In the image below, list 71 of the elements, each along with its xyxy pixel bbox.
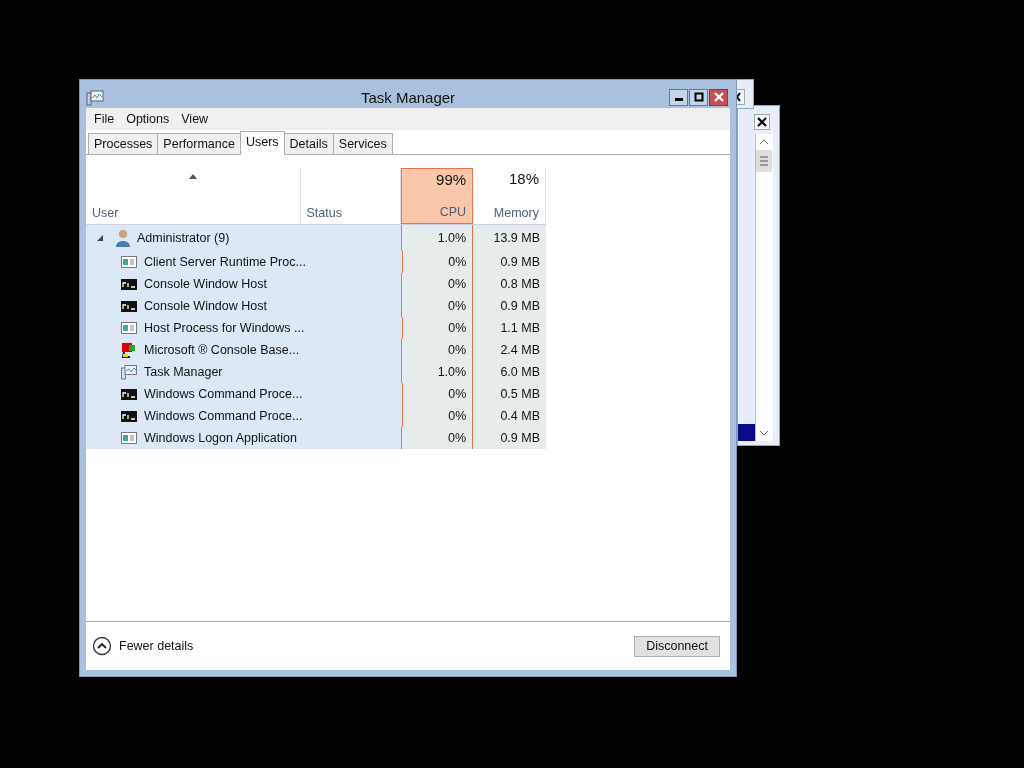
- minimize-button[interactable]: [669, 88, 688, 106]
- chevron-up-circle-icon: [92, 636, 112, 656]
- user-icon: [115, 229, 131, 247]
- column-label: Memory: [493, 206, 539, 220]
- column-header[interactable]: 99% CPU: [401, 168, 474, 224]
- tab[interactable]: Details: [283, 133, 334, 154]
- column-label: User: [92, 206, 120, 220]
- process-name: Windows Command Proce...: [144, 409, 303, 423]
- memory-cell: 0.9 MB: [473, 251, 546, 273]
- window-title: Task Manager: [360, 89, 456, 106]
- memory-cell: 1.1 MB: [473, 317, 546, 339]
- memory-cell: 2.4 MB: [473, 339, 546, 361]
- menu-item[interactable]: View: [175, 112, 215, 126]
- column-header[interactable]: User: [86, 168, 301, 224]
- process-name: Console Window Host: [144, 277, 267, 291]
- selection-bar: [738, 424, 755, 441]
- tab[interactable]: Services: [332, 133, 393, 154]
- cpu-cell: 0%: [401, 339, 474, 361]
- maximize-button[interactable]: [689, 88, 708, 106]
- cpu-cell: 0%: [401, 251, 474, 273]
- cpu-cell: 0%: [401, 383, 474, 405]
- tab[interactable]: Performance: [157, 133, 241, 154]
- menu-item[interactable]: File: [88, 112, 121, 126]
- column-total: 99%: [436, 171, 467, 188]
- column-label: CPU: [439, 205, 467, 219]
- process-name: Windows Command Proce...: [144, 387, 303, 401]
- memory-cell: 0.8 MB: [473, 273, 546, 295]
- process-name: Host Process for Windows ...: [144, 321, 305, 335]
- application-window-icon: [121, 321, 137, 335]
- memory-cell: 0.4 MB: [473, 405, 546, 427]
- console-icon: [121, 387, 137, 401]
- memory-cell: 0.9 MB: [473, 295, 546, 317]
- fewer-details-link[interactable]: Fewer details: [92, 636, 194, 656]
- cpu-cell: 0%: [401, 427, 474, 449]
- application-window-icon: [121, 431, 137, 445]
- console-icon: [121, 277, 137, 291]
- sort-arrow-icon: [188, 174, 197, 179]
- cpu-cell: 0%: [401, 405, 474, 427]
- application-window-icon: [121, 255, 137, 269]
- console-icon: [121, 409, 137, 423]
- column-label: Status: [306, 206, 343, 220]
- memory-cell: 13.9 MB: [473, 225, 546, 251]
- cpu-cell: 0%: [401, 317, 474, 339]
- scroll-thumb-icon: [756, 150, 772, 172]
- process-name: Console Window Host: [144, 299, 267, 313]
- process-name: Microsoft ® Console Base...: [144, 343, 300, 357]
- console-icon: [121, 299, 137, 313]
- memory-cell: 0.9 MB: [473, 427, 546, 449]
- disconnect-button[interactable]: Disconnect: [634, 635, 720, 657]
- cpu-cell: 0%: [401, 273, 474, 295]
- process-name: Windows Logon Application: [144, 431, 297, 445]
- menu-item[interactable]: Options: [120, 112, 176, 126]
- tab[interactable]: Processes: [88, 133, 159, 154]
- console-tool-icon: [121, 342, 137, 358]
- close-icon: [713, 92, 724, 102]
- maximize-icon: [693, 92, 704, 102]
- cpu-cell: 1.0%: [401, 361, 474, 383]
- task-manager-icon: [86, 90, 104, 106]
- cpu-cell: 0%: [401, 295, 474, 317]
- column-header[interactable]: 18% Memory: [473, 168, 546, 224]
- task-manager-icon: [121, 364, 137, 380]
- process-name: Client Server Runtime Proc...: [144, 255, 306, 269]
- memory-cell: 6.0 MB: [473, 361, 546, 383]
- column-total: 18%: [508, 170, 539, 187]
- process-name: Task Manager: [144, 365, 223, 379]
- close-button[interactable]: [709, 88, 728, 106]
- memory-cell: 0.5 MB: [473, 383, 546, 405]
- close-icon: [754, 114, 770, 130]
- tab[interactable]: Users: [239, 131, 285, 155]
- user-name: Administrator (9): [137, 231, 230, 245]
- cpu-cell: 1.0%: [401, 225, 474, 251]
